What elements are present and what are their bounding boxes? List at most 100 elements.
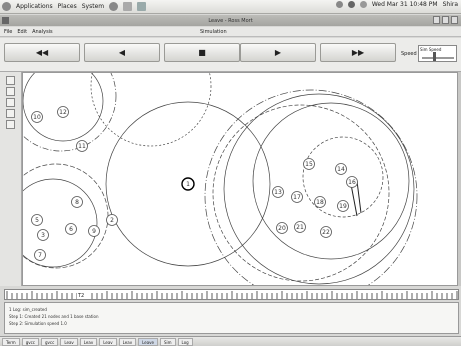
system-menu[interactable]: System (82, 3, 104, 10)
sensor-node-label: 21 (296, 224, 304, 231)
sensor-node-label: 17 (293, 194, 301, 201)
taskbar-item[interactable]: Term (2, 337, 20, 346)
network-topology[interactable]: 10 12 11 8 5 6 9 2 3 7 1 15 1416 13 17 18 19 20 21 22 (23, 73, 458, 286)
battery-icon (359, 1, 367, 8)
sensor-node-label: 8 (75, 199, 79, 206)
transport-toolbar: ◀◀ ◀ ■ ▶ ▶▶ Speed Sim Speed (0, 38, 461, 72)
window-titlebar[interactable]: Leave - Ross Mort (0, 15, 461, 26)
sensor-node-label: 18 (316, 199, 324, 206)
fast-forward-button[interactable]: ▶▶ (320, 43, 396, 62)
stop-button[interactable]: ■ (164, 43, 240, 62)
sensor-node-label: 5 (35, 217, 39, 224)
window-menu-icon[interactable] (2, 17, 9, 24)
menubar-center-label: Simulation (200, 29, 227, 35)
gnome-foot-icon[interactable] (2, 2, 11, 11)
menu-file[interactable]: File (4, 29, 12, 35)
tool-sidebar (0, 72, 22, 286)
step-back-button[interactable]: ◀ (84, 43, 160, 62)
sensor-node-label: 10 (33, 114, 41, 121)
taskbar-item[interactable]: Leav (118, 337, 137, 346)
log-line: Step 2: Simulation speed 1.0 (9, 321, 67, 326)
sensor-node-label: 6 (69, 226, 73, 233)
taskbar-item[interactable]: gvcc (41, 337, 59, 346)
fast-forward-icon: ▶▶ (351, 48, 365, 57)
sensor-node-label: 13 (274, 189, 282, 196)
rewind-icon: ◀◀ (35, 48, 49, 57)
timeline-marker-label: T2 (77, 293, 84, 299)
select-tool-icon[interactable] (6, 76, 15, 85)
sensor-node-label: 3 (41, 232, 45, 239)
taskbar-item[interactable]: Leav (99, 337, 117, 346)
speed-track[interactable] (422, 57, 454, 59)
volume-icon[interactable] (347, 1, 355, 8)
minimize-button[interactable] (433, 16, 440, 24)
sensor-node-17[interactable]: 17 (291, 191, 303, 203)
taskbar-item[interactable]: Log (177, 337, 193, 346)
sensor-node-label: 7 (38, 252, 42, 259)
speed-label: Speed (401, 51, 417, 57)
places-menu[interactable]: Places (58, 3, 77, 10)
menu-analysis[interactable]: Analysis (32, 29, 53, 35)
browser-launcher-icon[interactable] (109, 2, 119, 11)
speed-box-label: Sim Speed (420, 47, 442, 52)
sensor-node-1[interactable]: 1 (181, 177, 195, 191)
sensor-node-14[interactable]: 14 (335, 163, 347, 175)
rewind-button[interactable]: ◀◀ (4, 43, 80, 62)
sensor-node-label: 22 (322, 229, 330, 236)
timeline-ticks: T2 (6, 290, 458, 299)
applications-menu[interactable]: Applications (16, 3, 53, 10)
clock[interactable]: Wed Mar 31 10:48 PM (372, 1, 438, 8)
log-line: Step 1: Created 21 nodes and 1 base stat… (9, 314, 99, 319)
pan-tool-icon[interactable] (6, 98, 15, 107)
sensor-node-15[interactable]: 15 (303, 158, 315, 170)
menu-edit[interactable]: Edit (17, 29, 27, 35)
sensor-node-2[interactable]: 2 (106, 214, 118, 226)
log-panel: 1 Log: sim_created Step 1: Created 21 no… (4, 302, 459, 334)
sensor-node-6[interactable]: 6 (65, 223, 77, 235)
close-button[interactable] (451, 16, 458, 24)
sensor-node-label: 2 (110, 217, 114, 224)
simulation-canvas[interactable]: 10 12 11 8 5 6 9 2 3 7 1 15 14 16 13 17 18 19 20 21 22 (22, 72, 458, 286)
sensor-node-16[interactable]: 16 (346, 176, 358, 188)
sensor-node-label: 11 (78, 143, 86, 150)
sensor-node-8[interactable]: 8 (71, 196, 83, 208)
step-back-icon: ◀ (118, 48, 126, 57)
link-tool-icon[interactable] (6, 120, 15, 129)
taskbar-item[interactable]: gvcc (21, 337, 40, 346)
sensor-node-label: 9 (92, 228, 96, 235)
timeline-ruler[interactable]: T2 (4, 289, 459, 300)
sensor-node-13[interactable]: 13 (272, 186, 284, 198)
sensor-node-20[interactable]: 20 (276, 222, 288, 234)
sensor-node-10[interactable]: 10 (31, 111, 43, 123)
sensor-node-label: 12 (59, 109, 67, 116)
maximize-button[interactable] (442, 16, 449, 24)
sensor-node-label: 14 (337, 166, 345, 173)
taskbar-item[interactable]: Leav (79, 337, 98, 346)
menubar: File Edit Analysis Simulation (0, 27, 461, 37)
sensor-node-11[interactable]: 11 (76, 140, 88, 152)
play-button[interactable]: ▶ (240, 43, 316, 62)
sensor-node-5[interactable]: 5 (31, 214, 43, 226)
sensor-node-7[interactable]: 7 (34, 249, 46, 261)
sensor-node-12[interactable]: 12 (57, 106, 69, 118)
taskbar-item[interactable]: Sim (159, 337, 176, 346)
stop-icon: ■ (198, 48, 206, 57)
zoom-tool-icon[interactable] (6, 87, 15, 96)
taskbar-item[interactable]: Leav (60, 337, 78, 346)
sensor-node-label: 1 (186, 181, 190, 188)
node-tool-icon[interactable] (6, 109, 15, 118)
sensor-node-22[interactable]: 22 (320, 226, 332, 238)
taskbar-item-active[interactable]: Leave (138, 337, 158, 346)
help-launcher-icon[interactable] (123, 2, 133, 11)
window-title: Leave - Ross Mort (208, 17, 253, 24)
sensor-node-18[interactable]: 18 (314, 196, 326, 208)
speed-control[interactable]: Sim Speed (418, 45, 457, 62)
editor-launcher-icon[interactable] (137, 2, 147, 11)
user-name[interactable]: Shira (443, 1, 458, 8)
sensor-node-21[interactable]: 21 (294, 221, 306, 233)
sensor-node-3[interactable]: 3 (37, 229, 49, 241)
sensor-node-19[interactable]: 19 (337, 200, 349, 212)
network-icon[interactable] (335, 1, 343, 8)
sensor-node-9[interactable]: 9 (88, 225, 100, 237)
speed-slider-handle[interactable] (433, 52, 436, 61)
